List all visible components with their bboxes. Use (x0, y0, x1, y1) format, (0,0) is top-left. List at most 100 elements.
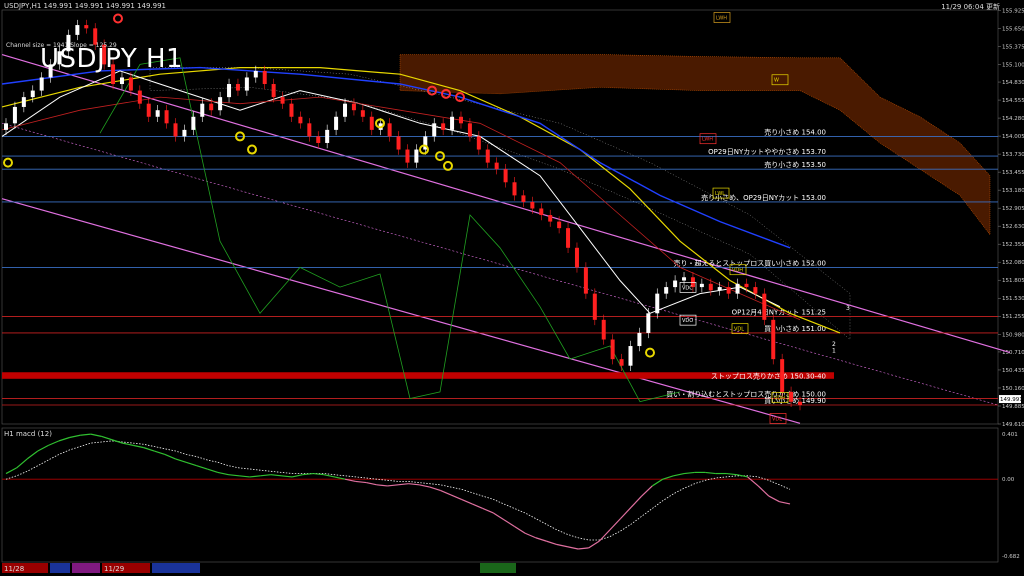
price-tick-label: 150.160 (1002, 386, 1024, 392)
level-label: OP29日NYカットややかさめ 153.70 (708, 148, 826, 156)
session-bar (72, 563, 100, 573)
candle-body (227, 84, 232, 98)
price-tick-label: 151.530 (1002, 296, 1024, 302)
candle-body (191, 116, 196, 130)
macd-line-seg (651, 478, 664, 487)
session-bar (152, 563, 200, 573)
macd-line-seg (705, 471, 716, 475)
candle-body (655, 293, 660, 314)
candle-body (458, 116, 463, 124)
candle-body (637, 332, 642, 347)
candle-body (789, 391, 794, 402)
candle-body (271, 84, 276, 98)
session-bar (480, 563, 516, 573)
candle-body (583, 267, 588, 294)
channel-number: 3 (846, 305, 850, 312)
candle-body (762, 293, 767, 320)
macd-line-seg (514, 525, 526, 534)
macd-line-seg (228, 474, 240, 477)
date-label-1129: 11/29 (104, 565, 125, 573)
macd-line-seg (37, 444, 49, 452)
macd-signal-line (5, 440, 791, 541)
candle-body (726, 287, 731, 294)
price-tick-label: 153.730 (1002, 152, 1024, 158)
macd-line-seg (546, 540, 558, 546)
candle-body (164, 110, 169, 124)
macd-line-seg (598, 529, 611, 542)
price-tick-label: 153.455 (1002, 170, 1024, 176)
candle-body (39, 77, 44, 91)
box-marker-label: VDO (682, 318, 693, 324)
level-label: OP12月4日NYカット 151.25 (732, 309, 826, 317)
macd-line-seg (747, 476, 759, 487)
candle-body (771, 319, 776, 360)
macd-line-seg (419, 484, 430, 488)
candle-body (610, 339, 615, 360)
candle-body (209, 103, 214, 111)
macd-panel-label: H1 macd (12) (4, 430, 52, 438)
macd-line-seg (726, 472, 738, 476)
macd-line-seg (48, 440, 60, 446)
candle-body (476, 136, 481, 150)
channel-number: 1 (832, 348, 836, 355)
candle-body (298, 116, 303, 124)
macd-level-label: 0.00 (1002, 477, 1015, 483)
macd-line-seg (249, 475, 261, 478)
price-tick-label: 151.255 (1002, 314, 1024, 320)
box-marker-label: VDL (772, 416, 782, 422)
candle-body (30, 90, 35, 98)
macd-line-seg (768, 495, 780, 503)
price-tick-label: 152.080 (1002, 260, 1024, 266)
candle-body (708, 283, 713, 291)
channel-mid-line (1, 123, 999, 406)
candle-body (173, 123, 178, 137)
chart-window: USDJPY,H1 149.991 149.991 149.991 149.99… (0, 0, 1024, 576)
candle-body (218, 97, 223, 111)
candle-body (262, 70, 267, 85)
candle-body (450, 116, 455, 130)
price-tick-label: 149.885 (1002, 404, 1024, 410)
macd-line-seg (133, 444, 144, 449)
candle-body (84, 25, 89, 29)
price-tick-label: 153.180 (1002, 188, 1024, 194)
stop-loss-band (2, 372, 834, 379)
macd-line-seg (620, 506, 632, 520)
level-label: 売り小さめ 154.00 (764, 127, 826, 136)
fractal-marker (645, 347, 655, 358)
macd-line-seg (503, 519, 515, 527)
session-bar (50, 563, 70, 573)
macd-line-seg (757, 485, 770, 497)
chart-title: USDJPY H1 (40, 44, 184, 74)
box-marker-label: LWL (715, 191, 725, 197)
price-tick-label: 149.610 (1002, 422, 1024, 428)
candle-body (798, 401, 802, 406)
candle-body (396, 136, 401, 150)
candle-body (744, 283, 749, 288)
box-marker-label: VDL (734, 327, 744, 333)
price-tick-label: 150.435 (1002, 368, 1024, 374)
macd-line-seg (630, 495, 643, 508)
macd-line-seg (461, 498, 473, 505)
macd-line-seg (408, 483, 420, 486)
price-chart[interactable]: 155.925 155.650 155.375 155.100 154.830 154.5… (0, 0, 1024, 576)
current-price-label: 149.991 (1000, 397, 1023, 403)
macd-line-seg (122, 442, 134, 446)
candle-body (334, 116, 339, 130)
macd-line-seg (101, 435, 113, 441)
macd-line-seg (143, 447, 155, 452)
candle-body (432, 123, 437, 137)
ma-blue (1, 66, 791, 249)
candle-body (646, 313, 651, 333)
macd-line-seg (376, 484, 388, 487)
candle-body (557, 221, 562, 229)
macd-line-seg (323, 474, 335, 478)
macd-line-seg (80, 433, 91, 436)
macd-level-label: 0.401 (1002, 432, 1018, 438)
candle-body (494, 162, 499, 170)
macd-line-seg (270, 474, 282, 477)
macd-line-seg (366, 481, 377, 486)
box-marker-label: VDH (732, 268, 743, 274)
price-tick-label: 154.005 (1002, 134, 1024, 140)
macd-line-seg (673, 472, 685, 477)
candle-body (387, 123, 392, 137)
